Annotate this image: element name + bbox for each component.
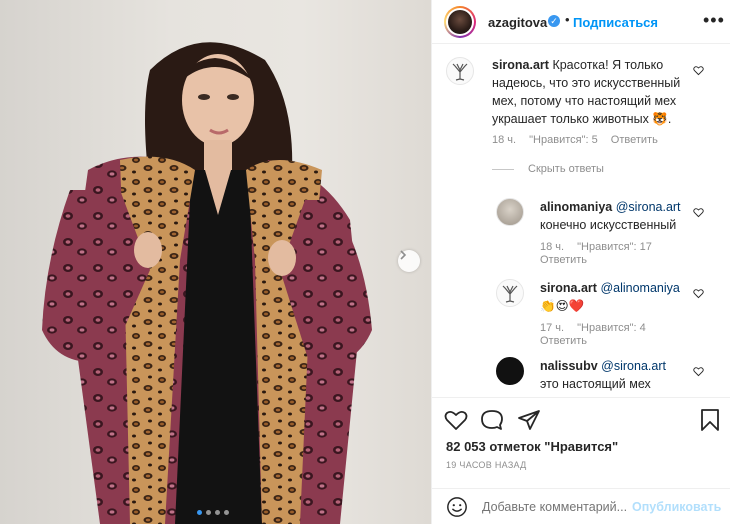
reply-age: 18 ч. — [540, 241, 565, 253]
reply-mention[interactable]: @sirona.art — [601, 359, 666, 373]
reply-button[interactable]: Ответить — [611, 134, 658, 146]
post-sidebar: azagitova ✓ • Подписаться ••• sirona.art… — [431, 0, 730, 524]
comment-item: sirona.art Красотка! Я только надеюсь, ч… — [432, 45, 730, 155]
comment-input[interactable] — [482, 500, 632, 514]
reply-username[interactable]: nalissubv — [540, 359, 598, 373]
emoji-smile-icon[interactable] — [446, 496, 468, 518]
commenter-avatar[interactable] — [496, 279, 524, 307]
reply-text: 👏😍❤️ — [540, 299, 585, 313]
verified-badge-icon: ✓ — [548, 15, 560, 27]
hide-replies-button[interactable]: Скрыть ответы — [492, 163, 604, 175]
reply-button[interactable]: Ответить — [540, 335, 587, 347]
reply-age: 17 ч. — [540, 322, 565, 334]
like-comment-heart-icon[interactable] — [693, 65, 704, 76]
reply-mention[interactable]: @alinomaniya — [600, 281, 679, 295]
comments-list[interactable]: sirona.art Красотка! Я только надеюсь, ч… — [432, 45, 730, 397]
comment-username[interactable]: sirona.art — [492, 58, 549, 72]
reply-username[interactable]: alinomaniya — [540, 200, 612, 214]
post-comment-button[interactable]: Опубликовать — [632, 500, 721, 514]
carousel-dot — [215, 510, 220, 515]
comment-likes[interactable]: "Нравится": 5 — [529, 134, 598, 146]
more-options-button[interactable]: ••• — [703, 10, 725, 31]
chevron-right-icon — [400, 250, 407, 260]
commenter-avatar[interactable] — [446, 57, 474, 85]
carousel-dot — [206, 510, 211, 515]
post-photo[interactable] — [0, 0, 431, 524]
carousel-dot — [224, 510, 229, 515]
likes-count[interactable]: 82 053 отметок "Нравится" — [446, 439, 618, 454]
post-actions: 82 053 отметок "Нравится" 19 ЧАСОВ НАЗАД — [432, 397, 730, 470]
add-comment-bar: Опубликовать — [432, 488, 730, 524]
comment-age: 18 ч. — [492, 134, 517, 146]
tree-icon — [502, 285, 518, 303]
hide-replies-label: Скрыть ответы — [528, 163, 604, 175]
like-reply-heart-icon[interactable] — [693, 288, 704, 299]
reply-text: конечно искусственный — [540, 218, 677, 232]
carousel-dot — [197, 510, 202, 515]
like-reply-heart-icon[interactable] — [693, 207, 704, 218]
tree-icon — [452, 63, 468, 81]
reply-text: это настоящий мех — [540, 377, 651, 391]
author-username[interactable]: azagitova — [488, 15, 547, 30]
post-timestamp[interactable]: 19 ЧАСОВ НАЗАД — [446, 460, 527, 470]
post-header: azagitova ✓ • Подписаться ••• — [432, 0, 730, 44]
reply-likes[interactable]: "Нравится": 17 — [577, 241, 652, 253]
commenter-avatar[interactable] — [496, 357, 524, 385]
share-paper-plane-icon[interactable] — [517, 408, 541, 432]
save-bookmark-icon[interactable] — [698, 408, 722, 432]
carousel-dots — [197, 510, 229, 515]
commenter-avatar[interactable] — [496, 198, 524, 226]
reply-mention[interactable]: @sirona.art — [616, 200, 681, 214]
replies-divider — [492, 168, 514, 170]
reply-button[interactable]: Ответить — [540, 254, 587, 266]
header-separator: • — [565, 12, 570, 27]
like-heart-icon[interactable] — [444, 408, 468, 432]
follow-button[interactable]: Подписаться — [573, 15, 658, 30]
author-avatar[interactable] — [444, 6, 476, 38]
like-reply-heart-icon[interactable] — [693, 366, 704, 377]
reply-likes[interactable]: "Нравится": 4 — [577, 322, 646, 334]
photo-illustration — [42, 42, 372, 524]
comment-bubble-icon[interactable] — [480, 408, 504, 432]
reply-item: sirona.art @alinomaniya 👏😍❤️ 17 ч. "Нрав… — [432, 271, 730, 351]
reply-item: nalissubv @sirona.art это настоящий мех — [432, 352, 730, 397]
reply-username[interactable]: sirona.art — [540, 281, 597, 295]
next-photo-button[interactable] — [398, 250, 420, 272]
reply-item: alinomaniya @sirona.art конечно искусств… — [432, 190, 730, 270]
